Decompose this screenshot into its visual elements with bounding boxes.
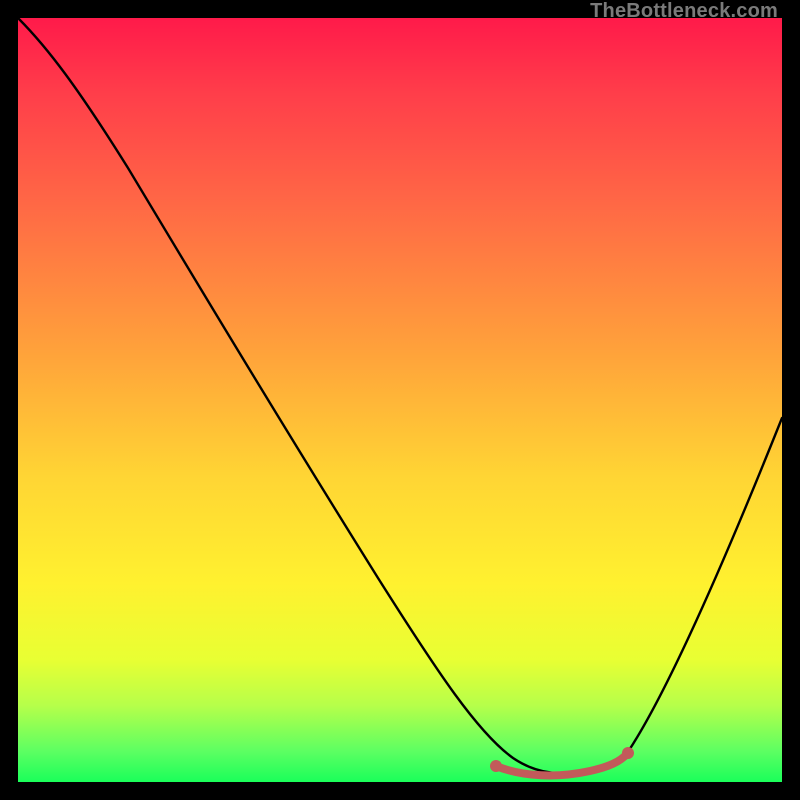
- plot-area: [18, 18, 782, 782]
- watermark-text: TheBottleneck.com: [590, 0, 778, 23]
- background-gradient: [18, 18, 782, 782]
- chart-frame: TheBottleneck.com: [0, 0, 800, 800]
